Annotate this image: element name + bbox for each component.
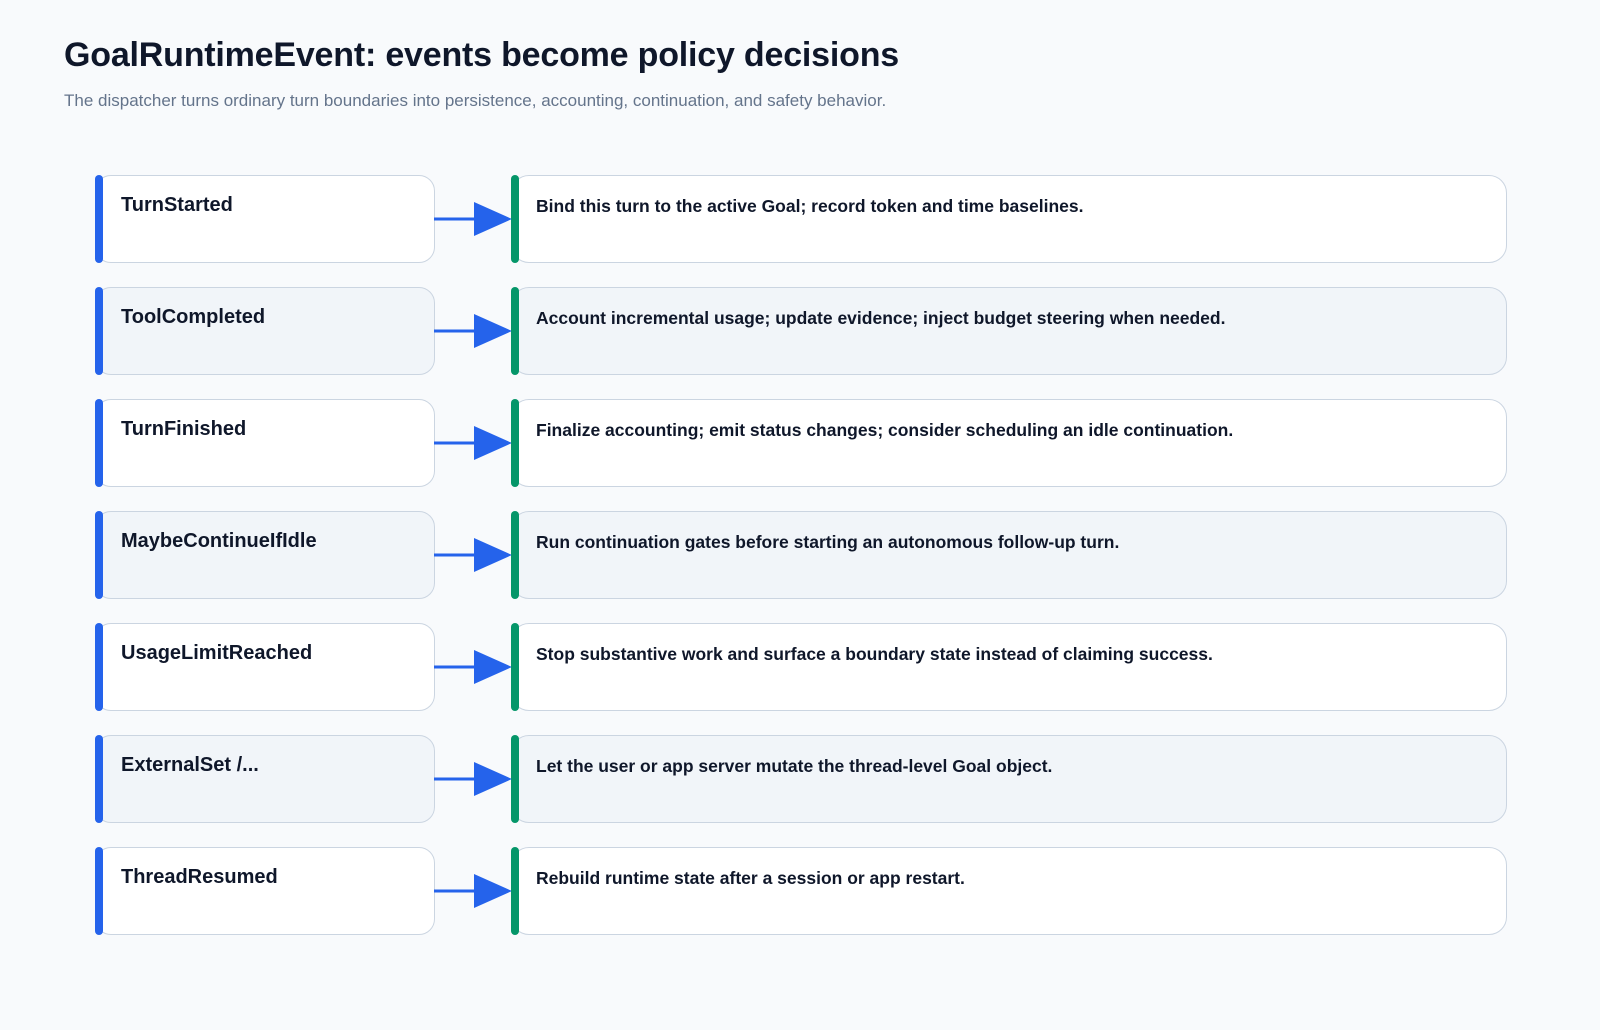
- event-row: MaybeContinueIfIdle Run continuation gat…: [0, 511, 1600, 601]
- event-label: ThreadResumed: [121, 866, 278, 888]
- arrow-icon: [434, 650, 512, 684]
- event-accent-bar: [95, 847, 103, 935]
- event-label: MaybeContinueIfIdle: [121, 530, 317, 552]
- event-label: ToolCompleted: [121, 306, 266, 328]
- event-label: TurnFinished: [121, 418, 247, 440]
- decision-accent-bar: [511, 175, 519, 263]
- arrow-icon: [434, 426, 512, 460]
- event-box: [95, 287, 435, 375]
- event-box: [95, 175, 435, 263]
- decision-accent-bar: [511, 511, 519, 599]
- event-label: ExternalSet /...: [121, 754, 259, 776]
- decision-accent-bar: [511, 287, 519, 375]
- event-row: UsageLimitReached Stop substantive work …: [0, 623, 1600, 713]
- event-box: [95, 399, 435, 487]
- decision-box: [511, 175, 1507, 263]
- decision-label: Stop substantive work and surface a boun…: [536, 644, 1213, 664]
- event-row: ThreadResumed Rebuild runtime state afte…: [0, 847, 1600, 937]
- decision-box: [511, 399, 1507, 487]
- arrow-icon: [434, 538, 512, 572]
- event-box: [95, 735, 435, 823]
- decision-box: [511, 847, 1507, 935]
- event-row: ToolCompleted Account incremental usage;…: [0, 287, 1600, 377]
- event-label: UsageLimitReached: [121, 642, 313, 664]
- decision-accent-bar: [511, 399, 519, 487]
- event-accent-bar: [95, 735, 103, 823]
- event-label: TurnStarted: [121, 194, 233, 216]
- event-box: [95, 511, 435, 599]
- event-accent-bar: [95, 511, 103, 599]
- decision-label: Run continuation gates before starting a…: [536, 532, 1120, 552]
- event-row: ExternalSet /... Let the user or app ser…: [0, 735, 1600, 825]
- decision-box: [511, 287, 1507, 375]
- arrow-icon: [434, 202, 512, 236]
- decision-accent-bar: [511, 735, 519, 823]
- event-box: [95, 623, 435, 711]
- arrow-icon: [434, 762, 512, 796]
- event-accent-bar: [95, 287, 103, 375]
- decision-box: [511, 511, 1507, 599]
- decision-label: Finalize accounting; emit status changes…: [536, 420, 1234, 440]
- decision-box: [511, 735, 1507, 823]
- decision-accent-bar: [511, 623, 519, 711]
- event-accent-bar: [95, 175, 103, 263]
- decision-accent-bar: [511, 847, 519, 935]
- decision-label: Bind this turn to the active Goal; recor…: [536, 196, 1084, 216]
- decision-label: Account incremental usage; update eviden…: [536, 308, 1226, 328]
- event-row: TurnStarted Bind this turn to the active…: [0, 175, 1600, 265]
- arrow-icon: [434, 874, 512, 908]
- event-accent-bar: [95, 623, 103, 711]
- event-accent-bar: [95, 399, 103, 487]
- event-row: TurnFinished Finalize accounting; emit s…: [0, 399, 1600, 489]
- decision-label: Let the user or app server mutate the th…: [536, 756, 1053, 776]
- decision-box: [511, 623, 1507, 711]
- arrow-icon: [434, 314, 512, 348]
- event-box: [95, 847, 435, 935]
- event-decision-rows: TurnStarted Bind this turn to the active…: [0, 0, 1600, 1030]
- decision-label: Rebuild runtime state after a session or…: [536, 868, 965, 888]
